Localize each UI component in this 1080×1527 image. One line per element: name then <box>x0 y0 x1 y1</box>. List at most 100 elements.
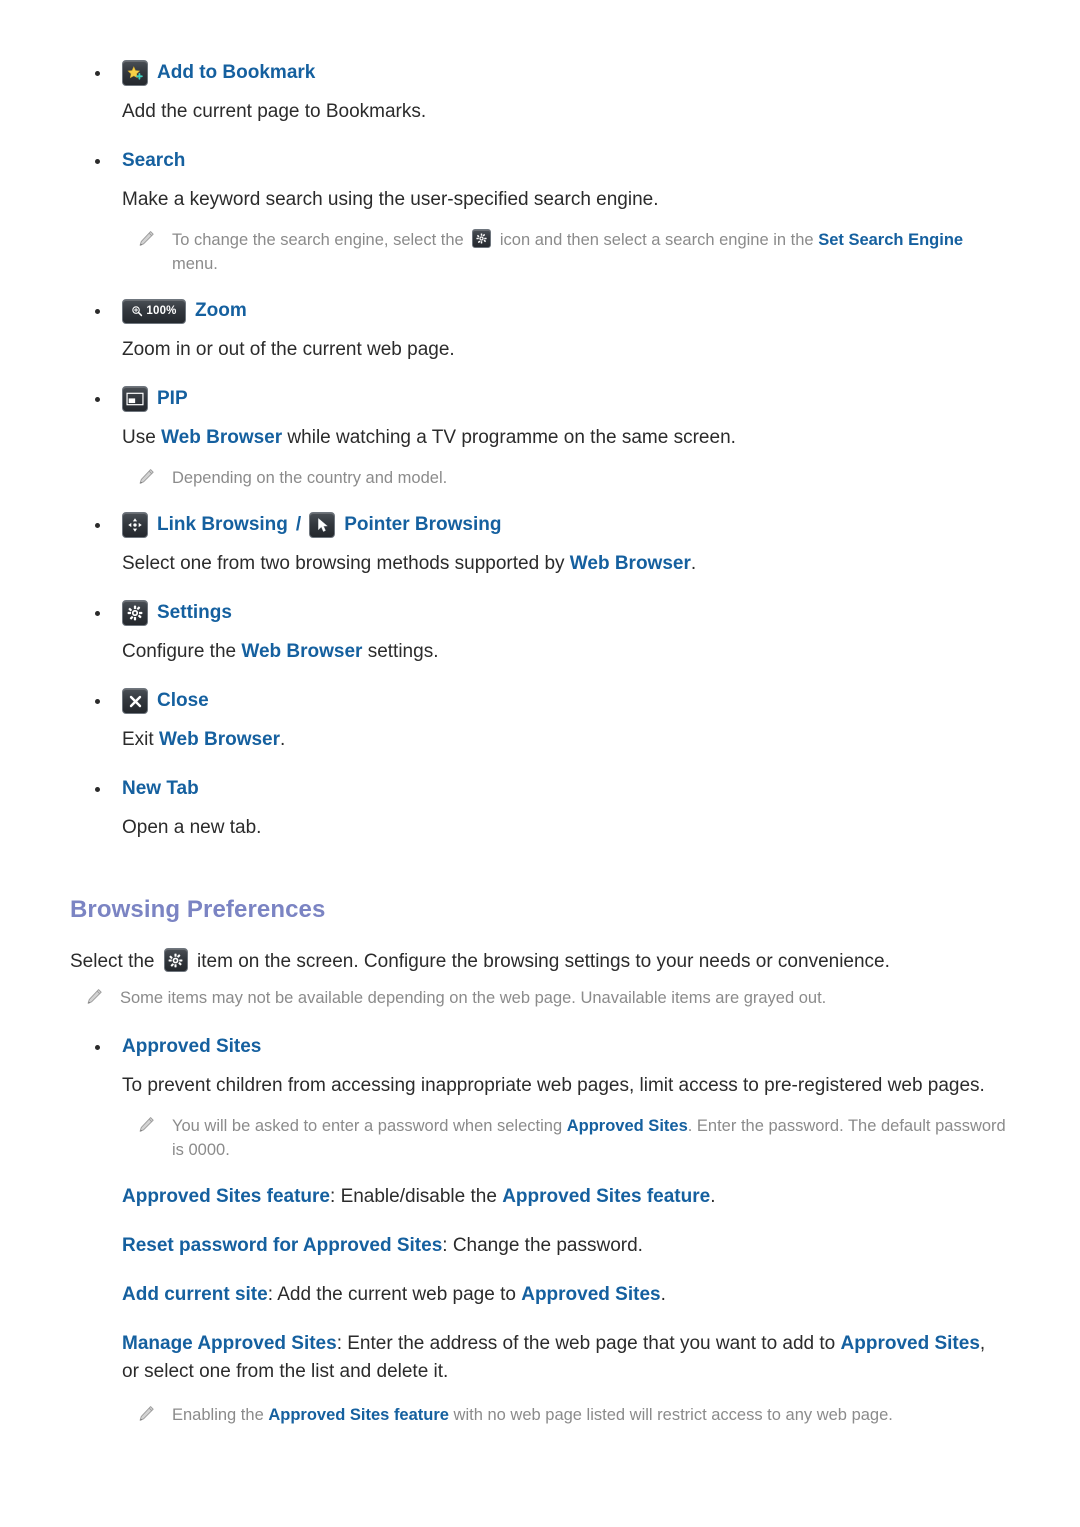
section-intro: Select the item on the screen. Configure… <box>70 947 990 976</box>
option-row: Manage Approved Sites: Enter the address… <box>122 1330 1002 1386</box>
note-text: Some items may not be available dependin… <box>120 989 827 1007</box>
note-highlight: Approved Sites feature <box>268 1406 449 1424</box>
menu-item-title-secondary: Pointer Browsing <box>344 514 502 535</box>
bullet-marker <box>95 71 100 76</box>
menu-item-description: Make a keyword search using the user-spe… <box>122 189 659 210</box>
note-block: To change the search engine, select the <box>122 228 1010 276</box>
menu-item-heading: Settings <box>122 600 1010 626</box>
close-x-icon <box>122 688 148 714</box>
menu-item-title: Link Browsing <box>157 514 288 535</box>
list-item: New Tab Open a new tab. <box>70 776 1010 842</box>
settings-gear-icon <box>122 600 148 626</box>
zoom-icon: 100% <box>122 298 186 324</box>
gear-icon <box>472 229 492 248</box>
title-separator: / <box>295 514 302 535</box>
note-text-middle: icon and then select a search engine in … <box>495 231 819 249</box>
desc-part: . <box>280 729 286 750</box>
list-item: 100% Zoom Zoom in or out of the current … <box>70 298 1010 364</box>
note-text-after: menu. <box>172 255 218 273</box>
note-highlight: Set Search Engine <box>818 231 964 249</box>
desc-link: Web Browser <box>158 729 281 750</box>
menu-item-description: To prevent children from accessing inapp… <box>122 1075 985 1096</box>
bullet-marker <box>95 309 100 314</box>
note-block: Some items may not be available dependin… <box>70 986 1010 1010</box>
menu-item-title: New Tab <box>122 778 199 799</box>
menu-item-description: Use Web Browser while watching a TV prog… <box>122 423 1002 452</box>
note-block: You will be asked to enter a password wh… <box>122 1114 1010 1162</box>
bullet-marker <box>95 611 100 616</box>
note-text-before: You will be asked to enter a password wh… <box>172 1117 567 1135</box>
menu-item-title: Search <box>122 150 186 171</box>
menu-item-heading: Add to Bookmark <box>122 60 1010 86</box>
pointer-browsing-icon <box>309 512 336 538</box>
note-block: Depending on the country and model. <box>122 466 1010 490</box>
pencil-icon <box>136 1404 156 1424</box>
desc-part: while watching a TV programme on the sam… <box>282 427 736 448</box>
bullet-marker <box>95 1045 100 1050</box>
desc-part: Use <box>122 427 162 448</box>
menu-item-description: Exit Web Browser. <box>122 725 1002 754</box>
menu-item-heading: New Tab <box>122 776 1010 802</box>
menu-item-title: Approved Sites <box>122 1036 262 1057</box>
option-label: Reset password for Approved Sites <box>122 1235 443 1256</box>
desc-link: Web Browser <box>241 641 363 662</box>
menu-item-description: Open a new tab. <box>122 817 262 838</box>
bullet-marker <box>95 787 100 792</box>
option-label: Approved Sites feature <box>122 1186 330 1207</box>
option-label: Manage Approved Sites <box>122 1333 337 1354</box>
list-item: Approved Sites To prevent children from … <box>70 1034 1010 1162</box>
note-highlight: Approved Sites <box>566 1117 688 1135</box>
option-sep: : <box>330 1186 341 1207</box>
pip-icon <box>122 386 148 412</box>
list-item: Add to Bookmark Add the current page to … <box>70 60 1010 126</box>
intro-text-before: Select the <box>70 951 160 972</box>
menu-item-title: Settings <box>157 602 232 623</box>
bullet-marker <box>95 699 100 704</box>
menu-item-heading: PIP <box>122 386 1010 412</box>
option-sep: : <box>336 1333 348 1354</box>
note-text-before: To change the search engine, select the <box>172 231 469 249</box>
menu-item-title: Zoom <box>195 300 247 321</box>
option-body-before: Enable/disable the <box>340 1186 503 1207</box>
option-body-after: . <box>710 1186 716 1207</box>
list-item: Settings Configure the Web Browser setti… <box>70 600 1010 666</box>
desc-part: . <box>690 553 697 574</box>
bullet-marker <box>95 397 100 402</box>
section-heading: Browsing Preferences <box>70 896 326 923</box>
desc-part: Configure the <box>122 641 242 662</box>
pencil-icon <box>84 987 104 1007</box>
option-body-before: Change the password. <box>452 1235 643 1256</box>
pencil-icon <box>136 229 156 249</box>
option-row: Add current site: Add the current web pa… <box>122 1281 1002 1309</box>
desc-part: Exit <box>122 729 159 750</box>
option-sep: : <box>267 1284 278 1305</box>
list-item: Link Browsing / Pointer Browsing Select … <box>70 512 1010 578</box>
menu-item-description: Select one from two browsing methods sup… <box>122 549 1002 578</box>
option-body-highlight: Approved Sites <box>840 1333 980 1354</box>
option-body-before: Add the current web page to <box>277 1284 522 1305</box>
option-body-before: Enter the address of the web page that y… <box>347 1333 841 1354</box>
desc-part: Select one from two browsing methods sup… <box>122 553 570 574</box>
menu-item-description: Zoom in or out of the current web page. <box>122 339 455 360</box>
note-block: Enabling the Approved Sites feature with… <box>122 1403 1010 1427</box>
link-browsing-icon <box>122 512 148 538</box>
menu-item-heading: 100% Zoom <box>122 298 1010 324</box>
option-row: Approved Sites feature: Enable/disable t… <box>122 1183 1002 1211</box>
note-text-after: with no web page listed will restrict ac… <box>448 1406 893 1424</box>
desc-part: settings. <box>362 641 439 662</box>
option-label: Add current site <box>122 1284 268 1305</box>
menu-item-heading: Close <box>122 688 1010 714</box>
menu-item-description: Configure the Web Browser settings. <box>122 637 1002 666</box>
option-row: Reset password for Approved Sites: Chang… <box>122 1232 1002 1260</box>
add-to-bookmark-icon <box>122 60 148 86</box>
desc-link: Web Browser <box>569 553 691 574</box>
list-item: Close Exit Web Browser. <box>70 688 1010 754</box>
document-page: Add to Bookmark Add the current page to … <box>0 0 1080 1527</box>
menu-item-heading: Search <box>122 148 1010 174</box>
pencil-icon <box>136 467 156 487</box>
menu-item-heading: Approved Sites <box>122 1034 1010 1060</box>
menu-item-heading: Link Browsing / Pointer Browsing <box>122 512 1010 538</box>
intro-text-after: item on the screen. Configure the browsi… <box>191 951 890 972</box>
menu-item-title: PIP <box>157 388 188 409</box>
option-body-highlight: Approved Sites feature <box>502 1186 711 1207</box>
